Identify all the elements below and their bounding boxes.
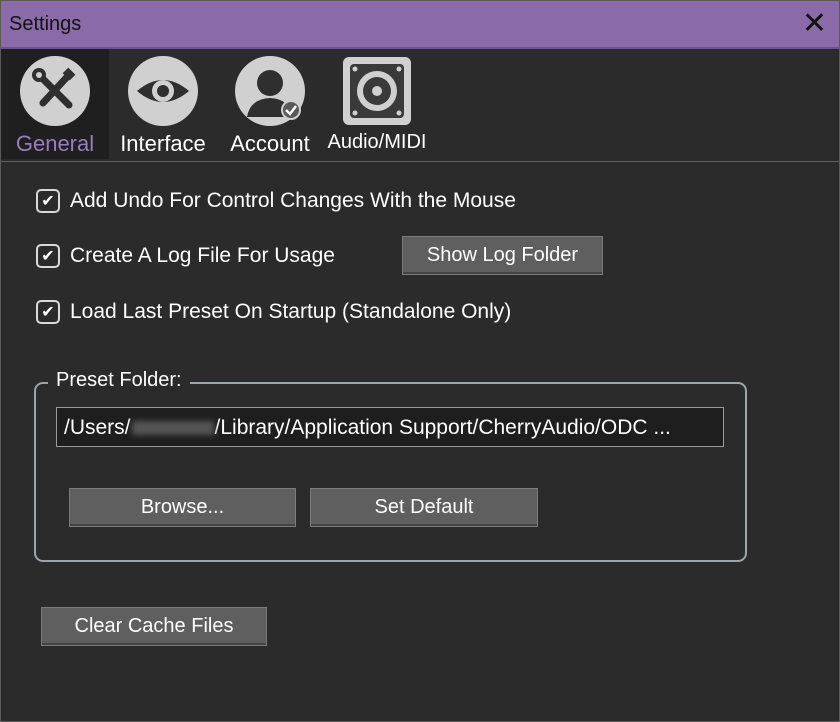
window-title: Settings [9, 13, 82, 35]
load-last-label: Load Last Preset On Startup (Standalone … [70, 300, 512, 323]
set-default-button[interactable]: Set Default [310, 488, 538, 527]
title-bar: Settings ✕ [1, 1, 839, 49]
tab-interface[interactable]: Interface [113, 49, 213, 159]
speaker-icon [343, 57, 411, 125]
redacted-username [131, 421, 214, 436]
log-checkbox[interactable]: ✔ [36, 244, 60, 268]
log-label: Create A Log File For Usage [70, 244, 335, 267]
undo-option: ✔ Add Undo For Control Changes With the … [36, 187, 516, 215]
settings-window: Settings ✕ General Interface Account Aud… [0, 0, 840, 722]
wrench-screwdriver-icon [20, 56, 90, 126]
path-prefix: /Users/ [64, 416, 131, 439]
undo-checkbox[interactable]: ✔ [36, 189, 60, 213]
tab-general[interactable]: General [1, 49, 109, 159]
log-option: ✔ Create A Log File For Usage [36, 242, 335, 270]
preset-folder-title: Preset Folder: [48, 369, 190, 392]
eye-icon [128, 56, 198, 126]
tab-label: Interface [120, 131, 206, 156]
tab-label: Audio/MIDI [327, 131, 427, 153]
load-last-checkbox[interactable]: ✔ [36, 300, 60, 324]
load-last-option: ✔ Load Last Preset On Startup (Standalon… [36, 298, 511, 326]
tab-audio-midi[interactable]: Audio/MIDI [323, 49, 431, 159]
tab-account[interactable]: Account [223, 49, 317, 159]
show-log-folder-button[interactable]: Show Log Folder [402, 236, 603, 275]
preset-folder-path-field[interactable]: /Users/ /Library/Application Support/Cher… [56, 407, 724, 447]
undo-label: Add Undo For Control Changes With the Mo… [70, 189, 516, 212]
user-account-icon [235, 56, 305, 126]
close-icon[interactable]: ✕ [802, 7, 827, 41]
tab-label: Account [230, 131, 310, 156]
browse-button[interactable]: Browse... [69, 488, 296, 527]
clear-cache-button[interactable]: Clear Cache Files [41, 607, 267, 646]
tab-label: General [15, 131, 95, 156]
tab-bar: General Interface Account Audio/MIDI [1, 49, 839, 162]
path-suffix: /Library/Application Support/CherryAudio… [214, 416, 671, 439]
